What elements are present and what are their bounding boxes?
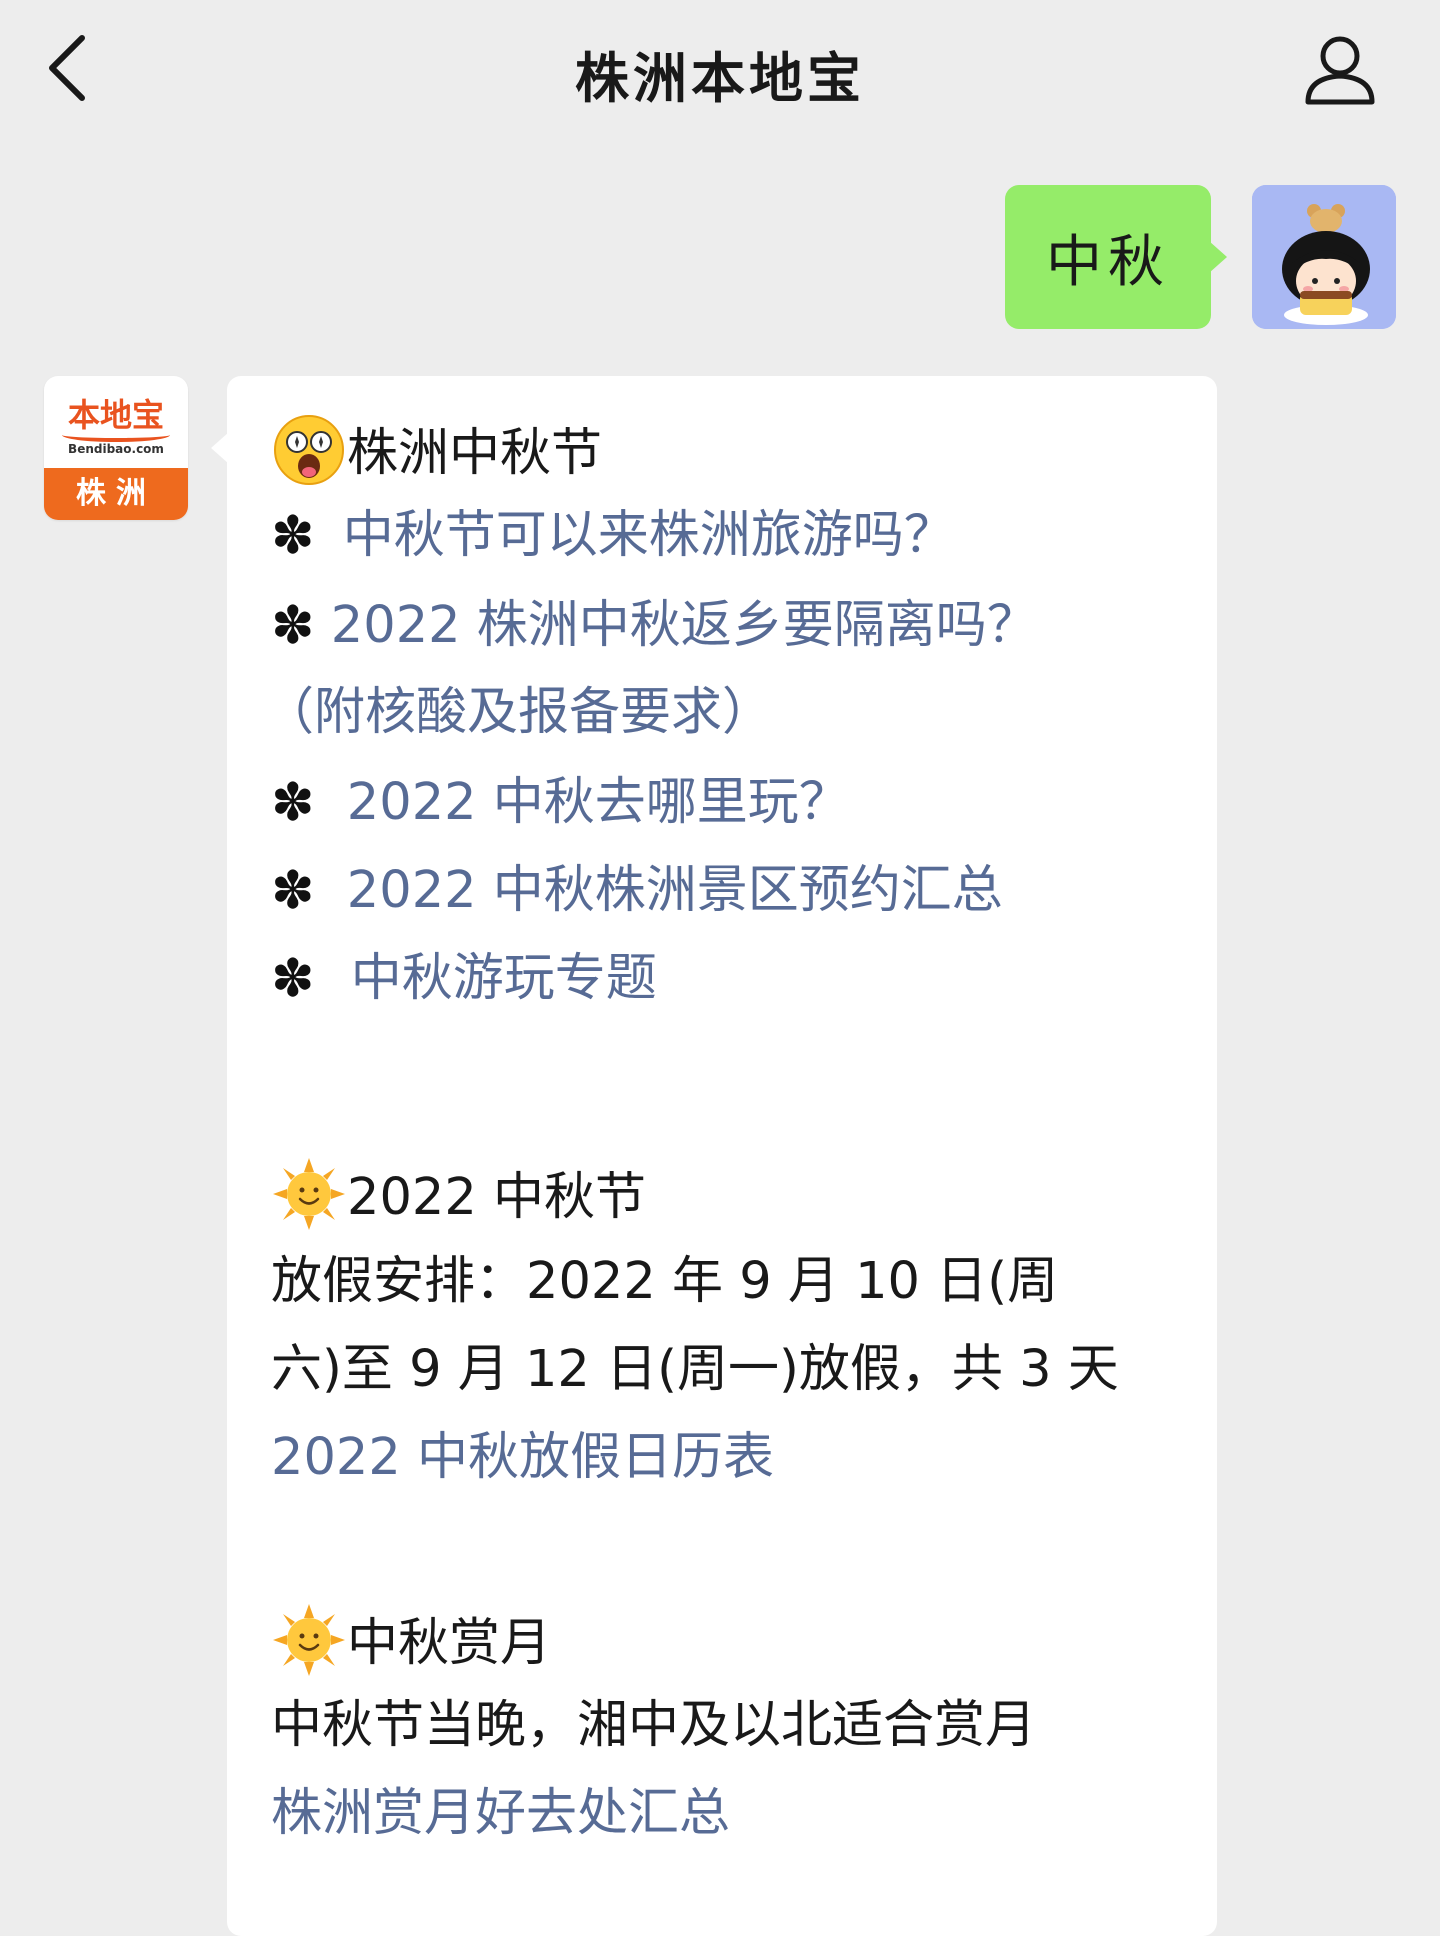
list-item[interactable]: ✽ 中秋游玩专题	[271, 949, 657, 1009]
section1-title: 株洲中秋节	[347, 424, 603, 483]
moon-viewing-text: 中秋节当晚，湘中及以北适合赏月	[271, 1696, 1037, 1755]
calendar-link[interactable]: 2022 中秋放假日历表	[271, 1428, 774, 1488]
logo-city: 株洲	[44, 468, 188, 520]
section-heading: 中秋赏月	[271, 1604, 552, 1684]
article-link[interactable]: 2022 中秋去哪里玩？	[347, 773, 850, 832]
list-item[interactable]: ✽ 2022 中秋去哪里玩？	[271, 773, 850, 833]
user-message-text: 中秋	[1046, 229, 1170, 295]
logo-domain: Bendibao.com	[68, 442, 164, 456]
official-account-avatar[interactable]: 本地宝 Bendibao.com 株洲	[44, 376, 188, 520]
section-heading: 2022 中秋节	[271, 1158, 647, 1238]
sun-emoji-icon	[273, 1158, 345, 1230]
user-message-bubble[interactable]: 中秋	[1005, 185, 1227, 329]
list-item[interactable]: ✽ 2022 中秋株洲景区预约汇总	[271, 861, 1003, 921]
profile-icon[interactable]	[1300, 30, 1380, 110]
list-item[interactable]: ✽ 中秋节可以来株洲旅游吗？	[271, 506, 955, 566]
holiday-schedule-text: 六)至 9 月 12 日(周一)放假，共 3 天	[271, 1340, 1119, 1399]
top-bar: 株洲本地宝	[0, 0, 1440, 140]
article-link[interactable]: 中秋游玩专题	[351, 949, 657, 1008]
flower-bullet-icon: ✽	[271, 861, 315, 921]
moon-viewing-link[interactable]: 株洲赏月好去处汇总	[271, 1784, 730, 1844]
chat-title: 株洲本地宝	[575, 47, 865, 110]
section-heading: 株洲中秋节	[271, 415, 603, 494]
flower-bullet-icon: ✽	[271, 773, 315, 833]
logo-swoosh	[62, 428, 170, 442]
cartoon-girl-avatar-icon	[1252, 185, 1396, 329]
section3-title: 中秋赏月	[347, 1614, 552, 1673]
bot-message-bubble: 株洲中秋节 ✽ 中秋节可以来株洲旅游吗？ ✽ 2022 株洲中秋返乡要隔离吗？ …	[211, 376, 1217, 1936]
article-link-continuation[interactable]: （附核酸及报备要求）	[263, 683, 773, 743]
flower-bullet-icon: ✽	[271, 596, 315, 656]
flower-bullet-icon: ✽	[271, 949, 315, 1009]
article-link[interactable]: 2022 株洲中秋返乡要隔离吗？	[331, 596, 1038, 655]
sun-emoji-icon	[273, 1604, 345, 1676]
list-item[interactable]: ✽ 2022 株洲中秋返乡要隔离吗？	[271, 596, 1038, 656]
section2-title: 2022 中秋节	[347, 1168, 647, 1227]
article-link[interactable]: 2022 中秋株洲景区预约汇总	[347, 861, 1003, 920]
flower-bullet-icon: ✽	[271, 506, 315, 566]
starstruck-emoji-icon	[274, 415, 344, 485]
holiday-schedule-text: 放假安排：2022 年 9 月 10 日(周	[271, 1252, 1059, 1311]
article-link[interactable]: 中秋节可以来株洲旅游吗？	[343, 506, 955, 565]
user-avatar[interactable]	[1252, 185, 1396, 329]
